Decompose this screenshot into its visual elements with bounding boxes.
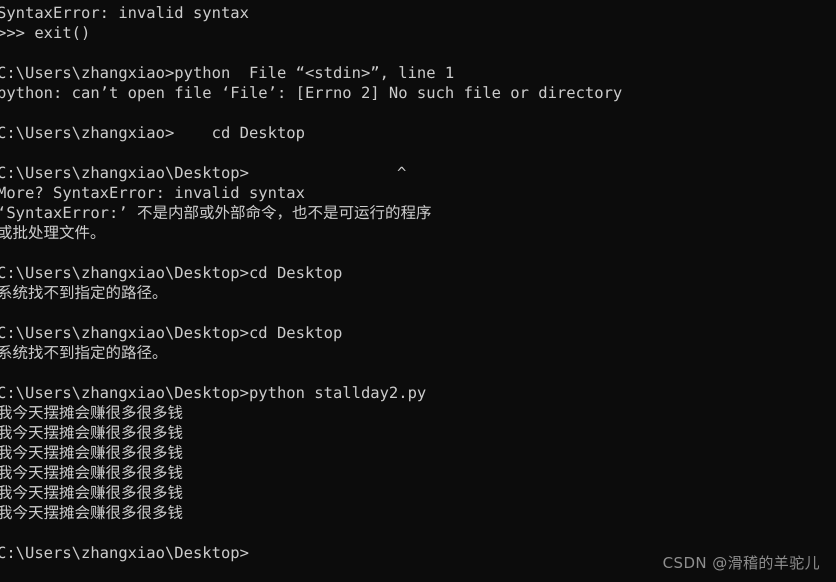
terminal-line: >>> exit() [0, 24, 91, 42]
terminal-line: 我今天摆摊会赚很多很多钱 [0, 504, 184, 522]
terminal-output-area[interactable]: SyntaxError: invalid syntax >>> exit() C:\… [0, 3, 836, 563]
terminal-line: C:\Users\zhangxiao\Desktop>python stalld… [0, 384, 427, 402]
terminal-line: C:\Users\zhangxiao\Desktop>cd Desktop [0, 264, 343, 282]
terminal-line: 我今天摆摊会赚很多很多钱 [0, 444, 184, 462]
terminal-line: 我今天摆摊会赚很多很多钱 [0, 424, 184, 442]
terminal-line: SyntaxError: invalid syntax [0, 4, 249, 22]
terminal-line: python: can’t open file ‘File’: [Errno 2… [0, 84, 623, 102]
terminal-line: More? SyntaxError: invalid syntax [0, 184, 305, 202]
terminal-line: 我今天摆摊会赚很多很多钱 [0, 464, 184, 482]
caret-marker-icon: ^ [397, 164, 407, 182]
terminal-line: 我今天摆摊会赚很多很多钱 [0, 484, 184, 502]
terminal-line: C:\Users\zhangxiao\Desktop> ^ [0, 164, 407, 182]
csdn-watermark: CSDN @滑稽的羊驼儿 [662, 554, 820, 572]
terminal-line: 系统找不到指定的路径。 [0, 344, 168, 362]
terminal-line: ‘SyntaxError:’ 不是内部或外部命令，也不是可运行的程序 [0, 204, 432, 222]
terminal-line: C:\Users\zhangxiao>python File “<stdin>”… [0, 64, 455, 82]
command-prompt-window[interactable]: SyntaxError: invalid syntax >>> exit() C:\… [0, 0, 836, 582]
terminal-line: 系统找不到指定的路径。 [0, 284, 168, 302]
terminal-line: 我今天摆摊会赚很多很多钱 [0, 404, 184, 422]
terminal-line: 或批处理文件。 [0, 224, 106, 242]
terminal-line: C:\Users\zhangxiao> cd Desktop [0, 124, 305, 142]
terminal-line: C:\Users\zhangxiao\Desktop>cd Desktop [0, 324, 343, 342]
